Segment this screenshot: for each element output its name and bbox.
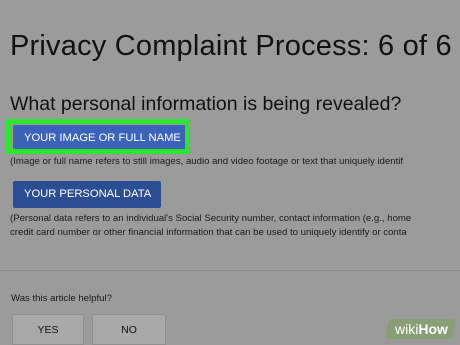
no-button[interactable]: NO [92,314,166,345]
personal-data-description-line-1: (Personal data refers to an individual's… [10,213,412,224]
personal-data-description-line-2: credit card number or other financial in… [10,227,407,238]
question-heading: What personal information is being revea… [10,93,402,115]
page: Privacy Complaint Process: 6 of 6 What p… [0,0,460,345]
image-option-description: (Image or full name refers to still imag… [10,156,404,167]
wikihow-logo: wikiHow [384,319,457,339]
wikihow-watermark: wikiHow [384,318,457,340]
your-personal-data-button[interactable]: YOUR PERSONAL DATA [13,181,161,208]
helpful-prompt: Was this article helpful? [11,293,112,304]
section-divider [0,270,460,271]
watermark-suffix: How [418,321,448,337]
page-title: Privacy Complaint Process: 6 of 6 [10,30,452,62]
yes-button[interactable]: YES [12,314,84,345]
watermark-prefix: wiki [395,321,419,337]
highlight-outline [6,119,190,154]
